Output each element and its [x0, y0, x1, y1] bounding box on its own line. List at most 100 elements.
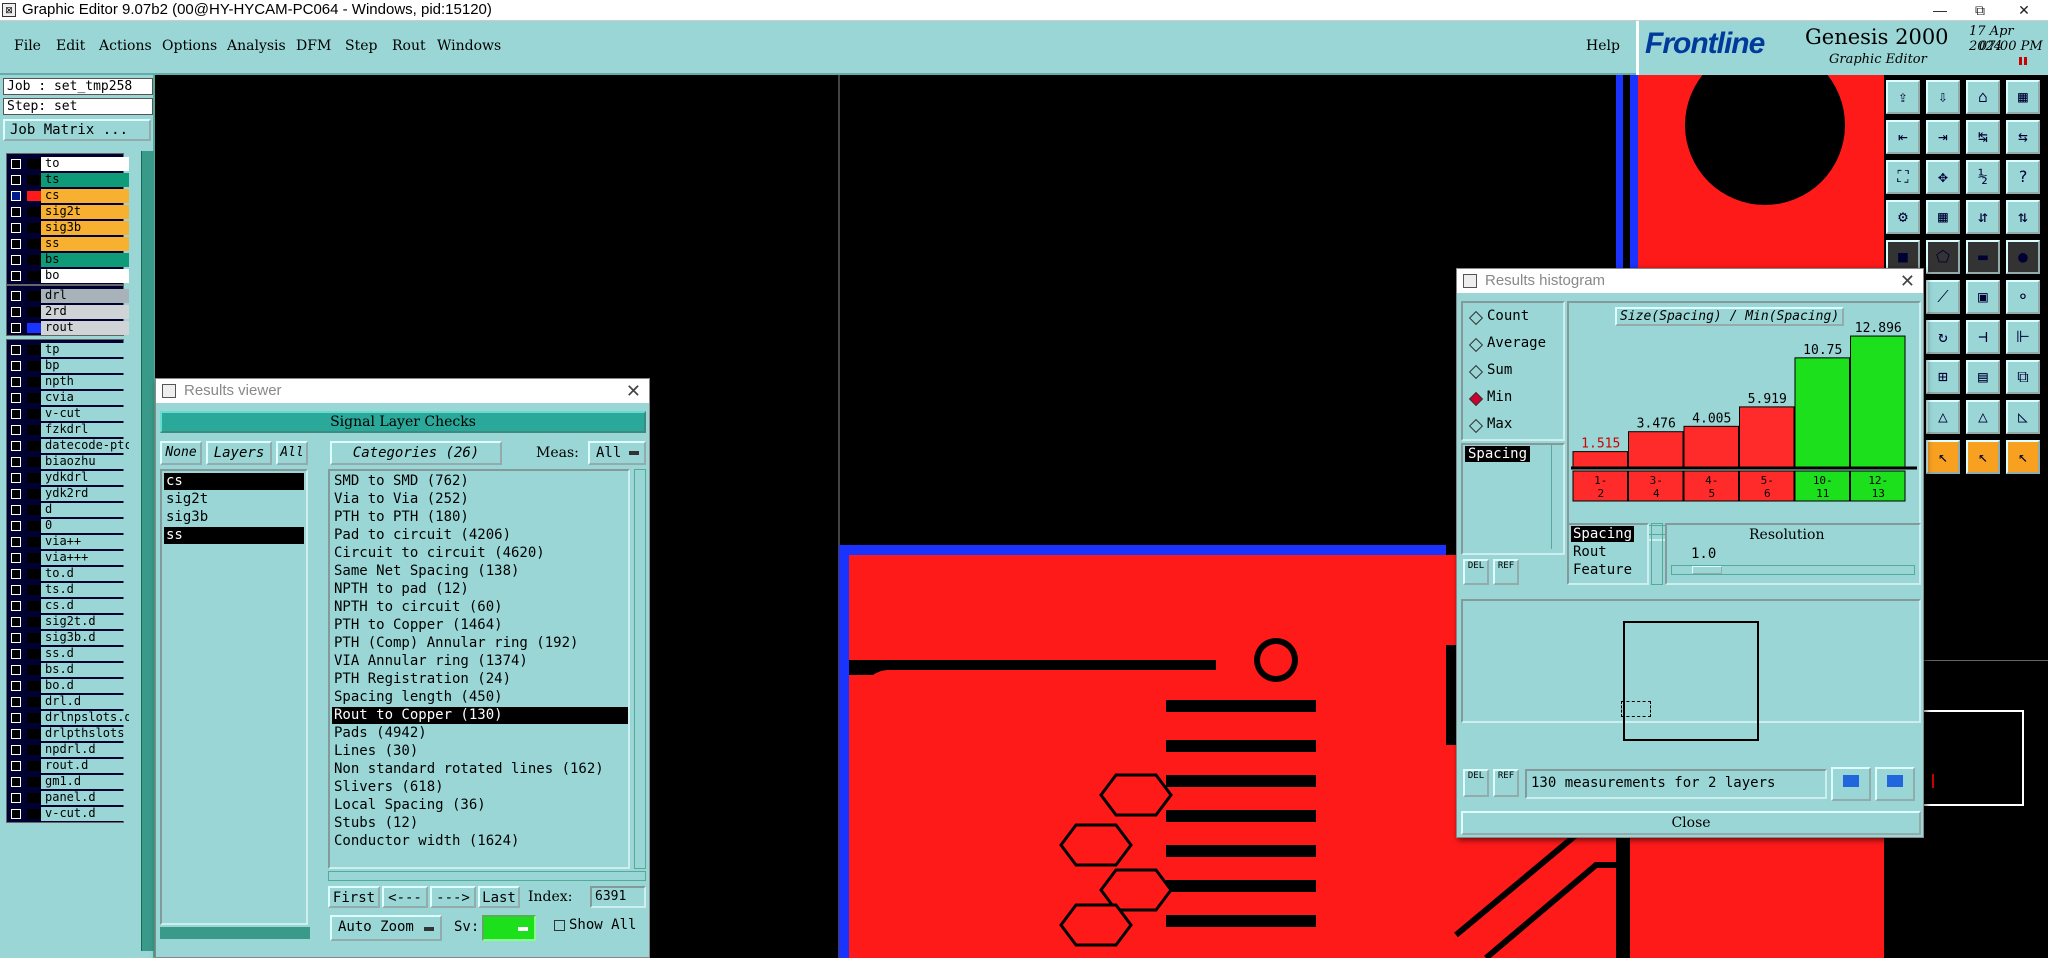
layer-checkbox[interactable]	[11, 505, 21, 515]
histogram-bar[interactable]	[1850, 335, 1906, 468]
grid-icon[interactable]: ▦	[2006, 80, 2040, 114]
layer-checkbox[interactable]	[11, 271, 21, 281]
layer-name[interactable]: npth	[41, 375, 129, 389]
layer-checkbox[interactable]	[11, 521, 21, 531]
all-button[interactable]: All	[276, 441, 308, 465]
category-item[interactable]: PTH to PTH (180)	[332, 509, 628, 526]
layer-checkbox[interactable]	[11, 745, 21, 755]
chart-settings-icon[interactable]	[1875, 767, 1915, 801]
layer-checkbox[interactable]	[11, 569, 21, 579]
layer-checkbox[interactable]	[11, 553, 21, 563]
layer-row[interactable]: biaozhu	[7, 454, 129, 470]
layer-checkbox[interactable]	[11, 649, 21, 659]
category-item[interactable]: Pad to circuit (4206)	[332, 527, 628, 544]
layer-name[interactable]: to.d	[41, 567, 129, 581]
layer-row[interactable]: fzkdrl	[7, 422, 129, 438]
layer-row[interactable]: drlpthslots	[7, 726, 129, 742]
average-radio[interactable]	[1468, 337, 1484, 353]
category-item[interactable]: Spacing length (450)	[332, 689, 628, 706]
categories-listbox[interactable]: SMD to SMD (762) Via to Via (252) PTH to P…	[328, 469, 630, 869]
layer-row[interactable]: tp	[7, 342, 129, 358]
type-scrollbar[interactable]	[1651, 523, 1663, 585]
sum-radio[interactable]	[1468, 364, 1484, 380]
layer-name[interactable]: via++	[41, 535, 129, 549]
close-button[interactable]: ✕	[2004, 0, 2044, 20]
layer-checkbox[interactable]	[11, 207, 21, 217]
layer-checkbox[interactable]	[11, 617, 21, 627]
layer-checkbox[interactable]	[11, 191, 21, 201]
resolution-slider-thumb[interactable]	[1692, 566, 1722, 574]
layer-name[interactable]: v-cut	[41, 407, 129, 421]
layer-name[interactable]: bp	[41, 359, 129, 373]
first-button[interactable]: First	[328, 886, 380, 908]
layer-checkbox[interactable]	[11, 713, 21, 723]
layer-name[interactable]: datecode-ptc	[41, 439, 129, 453]
layer-row[interactable]: ydkdrl	[7, 470, 129, 486]
histogram-bar[interactable]	[1739, 406, 1795, 468]
layer-row[interactable]: bs.d	[7, 662, 129, 678]
category-item[interactable]: Via to Via (252)	[332, 491, 628, 508]
category-item[interactable]: Stubs (12)	[332, 815, 628, 832]
copy-icon[interactable]: ⧉	[2006, 360, 2040, 394]
del-icon-button[interactable]: DEL	[1463, 559, 1489, 585]
left-icon[interactable]: ⇤	[1886, 120, 1920, 154]
layer-checkbox[interactable]	[11, 239, 21, 249]
menu-analysis[interactable]: Analysis	[227, 38, 286, 54]
layer-checkbox[interactable]	[11, 409, 21, 419]
layer-row[interactable]: datecode-ptc	[7, 438, 129, 454]
category-item[interactable]: Pads (4942)	[332, 725, 628, 742]
meas-select[interactable]: All	[588, 441, 646, 465]
layer-checkbox[interactable]	[11, 729, 21, 739]
category-item[interactable]: Conductor width (1624)	[332, 833, 628, 850]
layer-name[interactable]: bo.d	[41, 679, 129, 693]
type-spacing[interactable]: Spacing	[1571, 526, 1635, 542]
menu-options[interactable]: Options	[162, 38, 217, 54]
layer-name[interactable]: biaozhu	[41, 455, 129, 469]
layer-name[interactable]: rout	[41, 321, 129, 335]
menu-edit[interactable]: Edit	[56, 38, 85, 54]
layer-checkbox[interactable]	[11, 457, 21, 467]
layer-checkbox[interactable]	[11, 425, 21, 435]
layer-row[interactable]: sig3b.d	[7, 630, 129, 646]
layer-name[interactable]: tp	[41, 343, 129, 357]
ptr3-icon[interactable]: ↖	[1966, 440, 2000, 474]
layers-button[interactable]: Layers	[206, 441, 272, 465]
type-feature[interactable]: Feature	[1573, 562, 1632, 578]
type-rout[interactable]: Rout	[1573, 544, 1607, 560]
menu-windows[interactable]: Windows	[437, 38, 501, 54]
layer-checkbox[interactable]	[11, 393, 21, 403]
grid2-icon[interactable]: ▤	[1966, 360, 2000, 394]
box-icon[interactable]: ⊞	[1926, 360, 1960, 394]
layer-row[interactable]: cs.d	[7, 598, 129, 614]
layer-name[interactable]: npdrl.d	[41, 743, 129, 757]
layer-row[interactable]: bo	[7, 268, 129, 284]
layer-checkbox[interactable]	[11, 537, 21, 547]
measurement-item[interactable]: Spacing	[1465, 446, 1531, 462]
right-icon[interactable]: ⇥	[1926, 120, 1960, 154]
last-button[interactable]: Last	[478, 886, 520, 908]
fit-icon[interactable]: ⛶	[1886, 160, 1920, 194]
none-button[interactable]: None	[160, 441, 202, 465]
pause-icon[interactable]	[2019, 57, 2027, 65]
ptr2-icon[interactable]: ↖	[1926, 440, 1960, 474]
layer-checkbox[interactable]	[11, 159, 21, 169]
layer-row[interactable]: sig3b	[7, 220, 129, 236]
layer-name[interactable]: rout.d	[41, 759, 129, 773]
layer-row[interactable]: drl	[7, 288, 129, 304]
layer-panel-scrollbar[interactable]	[141, 151, 154, 951]
layer-name[interactable]: cs	[41, 189, 129, 203]
layer-name[interactable]: sig2t.d	[41, 615, 129, 629]
layer-checkbox[interactable]	[11, 633, 21, 643]
close-icon[interactable]: ✕	[1900, 269, 1915, 293]
layer-row[interactable]: npth	[7, 374, 129, 390]
close-icon[interactable]: ✕	[626, 379, 641, 403]
layer-list-item[interactable]: cs	[164, 473, 304, 490]
layer-name[interactable]: 0	[41, 519, 129, 533]
ref-icon-button[interactable]: REF	[1493, 559, 1519, 585]
snap-icon[interactable]: ▦	[1926, 200, 1960, 234]
layer-checkbox[interactable]	[11, 681, 21, 691]
layer-row[interactable]: drlnpslots.d	[7, 710, 129, 726]
category-item[interactable]: VIA Annular ring (1374)	[332, 653, 628, 670]
layer-row[interactable]: v-cut	[7, 406, 129, 422]
layer-row[interactable]: 2rd	[7, 304, 129, 320]
